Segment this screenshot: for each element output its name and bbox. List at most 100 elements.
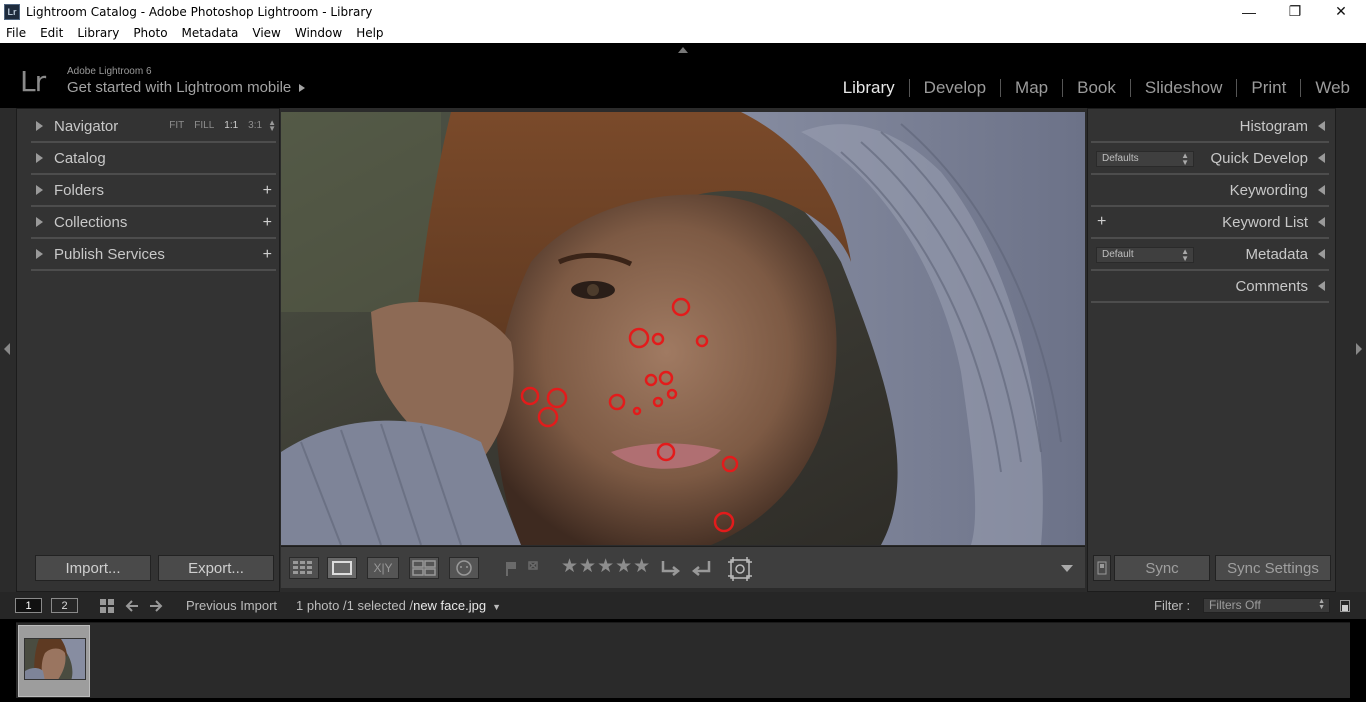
comments-header[interactable]: Comments <box>1091 271 1329 303</box>
menu-library[interactable]: Library <box>70 26 126 40</box>
zoom-stepper-icon[interactable]: ▲ ▼ <box>268 119 276 133</box>
catalog-label: Catalog <box>54 149 106 167</box>
grid-view-button[interactable] <box>289 557 319 579</box>
histogram-header[interactable]: Histogram <box>1091 111 1329 143</box>
menu-edit[interactable]: Edit <box>33 26 70 40</box>
menu-view[interactable]: View <box>245 26 287 40</box>
module-web[interactable]: Web <box>1301 78 1350 98</box>
module-picker: Library Develop Map Book Slideshow Print… <box>829 78 1350 98</box>
menu-photo[interactable]: Photo <box>126 26 174 40</box>
survey-view-button[interactable] <box>409 557 439 579</box>
back-arrow-icon[interactable] <box>124 598 140 614</box>
publish-services-header[interactable]: Publish Services + <box>31 239 276 271</box>
menu-window[interactable]: Window <box>288 26 349 40</box>
zoom-fit[interactable]: FIT <box>169 120 184 132</box>
quick-develop-header[interactable]: Defaults ▲ ▼ Quick Develop <box>1091 143 1329 175</box>
sync-button[interactable]: Sync <box>1114 555 1210 581</box>
keyword-list-header[interactable]: + Keyword List <box>1091 207 1329 239</box>
menu-help[interactable]: Help <box>349 26 390 40</box>
filename-dropdown-icon[interactable]: ▼ <box>492 602 501 612</box>
module-map[interactable]: Map <box>1001 78 1062 98</box>
zoom-3-1[interactable]: 3:1 <box>248 120 262 132</box>
secondary-window-button[interactable]: 2 <box>51 598 78 613</box>
module-book[interactable]: Book <box>1063 78 1130 98</box>
publish-services-label: Publish Services <box>54 245 165 263</box>
lightroom-logo: Lr <box>20 65 46 98</box>
filter-lock-toggle[interactable] <box>1340 600 1350 612</box>
zoom-1-1[interactable]: 1:1 <box>224 120 238 132</box>
thumbnail-image <box>24 638 86 680</box>
photo-count: 1 photo /1 selected /new face.jpg ▼ <box>296 598 501 613</box>
menu-bar: File Edit Library Photo Metadata View Wi… <box>0 23 1366 43</box>
expand-triangle-icon <box>36 249 43 259</box>
crop-overlay-icon[interactable] <box>727 556 753 582</box>
catalog-header[interactable]: Catalog <box>31 143 276 175</box>
photo-count-text: 1 photo /1 selected / <box>296 598 414 613</box>
face-shape <box>496 194 837 545</box>
compare-view-button[interactable]: X|Y <box>367 557 399 579</box>
module-print[interactable]: Print <box>1237 78 1300 98</box>
zoom-options: FIT FILL 1:1 3:1 ▲ ▼ <box>159 119 276 133</box>
toolbar-options-dropdown-icon[interactable] <box>1061 565 1073 572</box>
mobile-prompt-label: Get started with Lightroom mobile <box>67 79 292 96</box>
minimize-button[interactable]: — <box>1226 0 1272 23</box>
loupe-view-button[interactable] <box>327 557 357 579</box>
metadata-label: Metadata <box>1245 245 1308 263</box>
mobile-prompt-link[interactable]: Get started with Lightroom mobile <box>67 79 306 96</box>
expand-triangle-icon <box>36 121 43 131</box>
filter-select[interactable]: Filters Off ▲ ▼ <box>1203 598 1330 613</box>
add-keyword-icon[interactable]: + <box>1097 213 1106 231</box>
zoom-fill[interactable]: FILL <box>194 120 214 132</box>
main-window-button[interactable]: 1 <box>15 598 42 613</box>
flag-icons[interactable] <box>503 559 543 579</box>
maximize-button[interactable]: ❐ <box>1272 0 1318 23</box>
module-slideshow[interactable]: Slideshow <box>1131 78 1237 98</box>
collapse-triangle-icon <box>1318 281 1325 291</box>
star-rating[interactable]: ★★★★★ <box>561 555 651 578</box>
expand-triangle-icon <box>36 185 43 195</box>
add-publish-service-icon[interactable]: + <box>263 246 272 264</box>
sync-settings-button[interactable]: Sync Settings <box>1215 555 1331 581</box>
filmstrip-thumbnail[interactable] <box>18 625 90 697</box>
keyword-list-label: Keyword List <box>1222 213 1308 231</box>
menu-metadata[interactable]: Metadata <box>175 26 246 40</box>
close-button[interactable]: ✕ <box>1318 0 1364 23</box>
photo-backdrop-tint <box>281 112 441 312</box>
folders-header[interactable]: Folders + <box>31 175 276 207</box>
keywording-header[interactable]: Keywording <box>1091 175 1329 207</box>
rotate-right-icon[interactable] <box>689 557 713 581</box>
loupe-view[interactable] <box>281 112 1085 545</box>
export-button[interactable]: Export... <box>158 555 274 581</box>
window-title: Lightroom Catalog - Adobe Photoshop Ligh… <box>26 4 373 19</box>
library-toolbar: X|Y ★★★★★ <box>281 546 1085 588</box>
import-button[interactable]: Import... <box>35 555 151 581</box>
grid-icon[interactable] <box>99 598 115 614</box>
module-library[interactable]: Library <box>829 78 909 98</box>
module-develop[interactable]: Develop <box>910 78 1000 98</box>
navigator-header[interactable]: Navigator FIT FILL 1:1 3:1 ▲ ▼ <box>31 111 276 143</box>
keywording-label: Keywording <box>1229 181 1308 199</box>
forward-arrow-icon[interactable] <box>148 598 164 614</box>
collections-header[interactable]: Collections + <box>31 207 276 239</box>
metadata-preset-select[interactable]: Default ▲ ▼ <box>1096 247 1194 263</box>
people-view-button[interactable] <box>449 557 479 579</box>
metadata-header[interactable]: Default ▲ ▼ Metadata <box>1091 239 1329 271</box>
people-face-icon <box>456 560 472 576</box>
quick-develop-preset-value: Defaults <box>1102 153 1139 164</box>
auto-sync-toggle[interactable] <box>1093 555 1111 581</box>
collapse-left-panel-icon[interactable] <box>4 343 10 355</box>
add-collection-icon[interactable]: + <box>263 214 272 232</box>
quick-develop-preset-select[interactable]: Defaults ▲ ▼ <box>1096 151 1194 167</box>
collapse-top-panel-icon[interactable] <box>678 47 688 53</box>
filter-label: Filter : <box>1154 598 1191 613</box>
survey-view-icon <box>412 560 436 576</box>
collapse-right-panel-icon[interactable] <box>1356 343 1362 355</box>
selected-filename[interactable]: new face.jpg <box>413 598 486 613</box>
lock-icon <box>1342 605 1348 611</box>
lightroom-app-icon: Lr <box>4 3 20 20</box>
rotate-left-icon[interactable] <box>659 557 683 581</box>
add-folder-icon[interactable]: + <box>263 182 272 200</box>
source-label[interactable]: Previous Import <box>186 598 277 613</box>
menu-file[interactable]: File <box>0 26 33 40</box>
expand-triangle-icon <box>36 217 43 227</box>
